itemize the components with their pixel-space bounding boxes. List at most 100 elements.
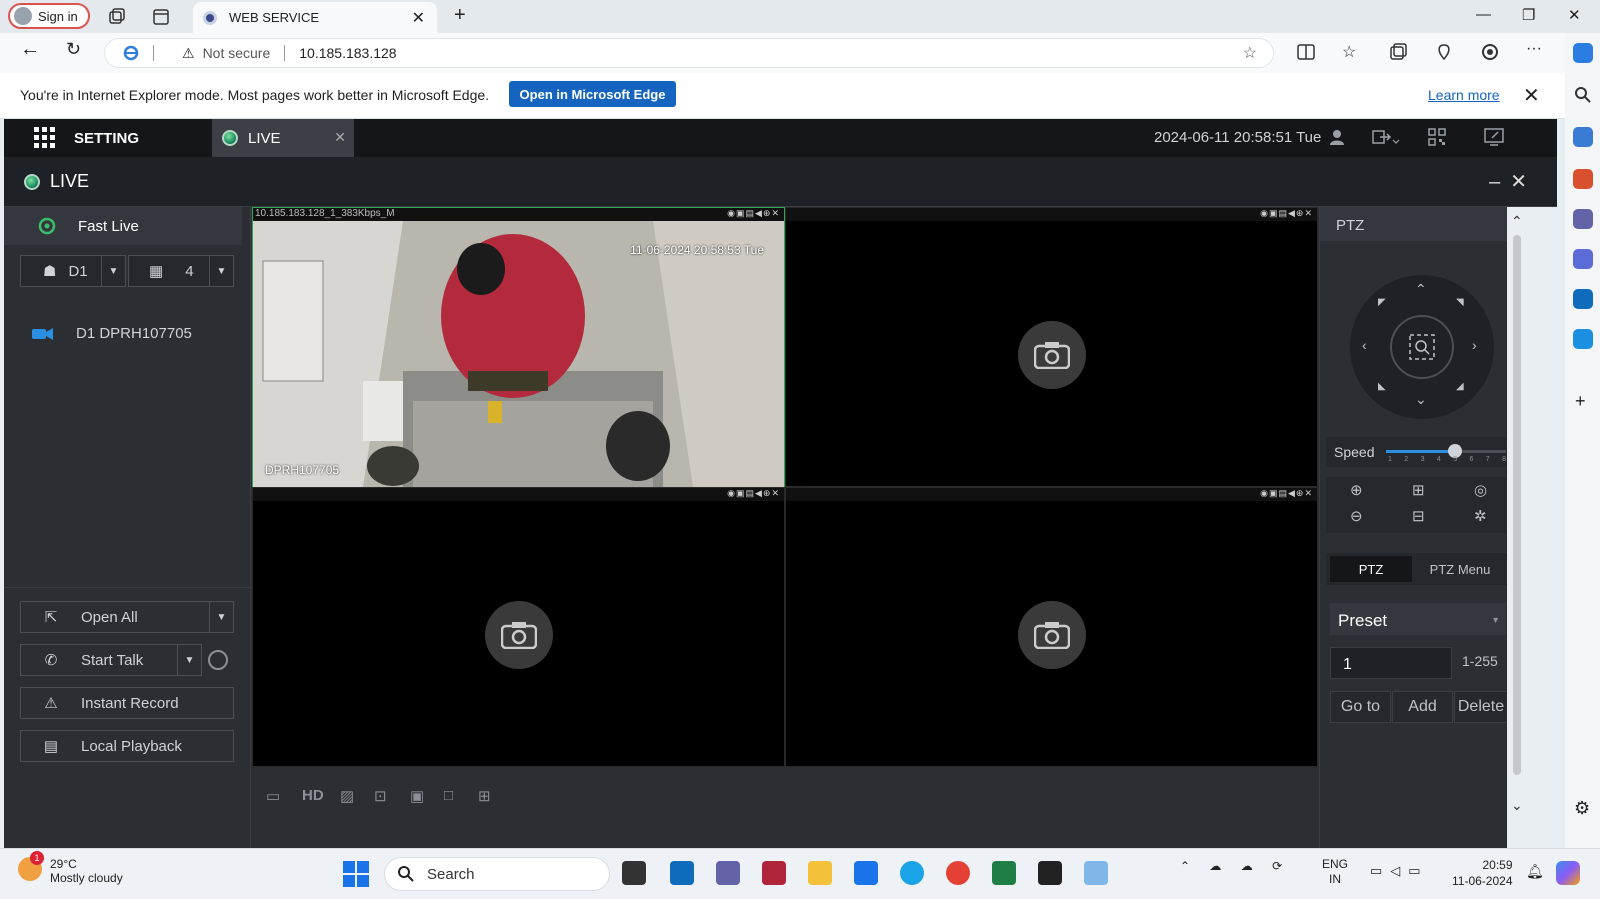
ie-mode-icon[interactable]	[123, 45, 139, 61]
start-talk-button[interactable]: ✆ Start Talk ▼	[20, 644, 202, 676]
teams-app-icon[interactable]	[716, 861, 740, 885]
tab-ptz[interactable]: PTZ	[1330, 556, 1412, 582]
edge-app-icon[interactable]	[900, 861, 924, 885]
refresh-sync-icon[interactable]: ⟳	[1272, 859, 1282, 873]
system-tray-icons[interactable]: ⌃ ☁ ☁ ⟳	[1180, 859, 1282, 873]
copilot-taskbar-icon[interactable]	[1556, 861, 1580, 885]
minimize-window-icon[interactable]: —	[1476, 6, 1491, 23]
network-volume-battery-icons[interactable]: ▭◁▭	[1370, 863, 1429, 879]
tools-icon[interactable]	[1573, 169, 1593, 189]
shopping-icon[interactable]	[1573, 127, 1593, 147]
chevron-down-icon[interactable]: ▼	[101, 256, 125, 286]
open-all-button[interactable]: ⇱ Open All ▼	[20, 601, 234, 633]
office-icon[interactable]	[1573, 249, 1593, 269]
new-tab-icon[interactable]: +	[454, 4, 466, 27]
chevron-down-icon[interactable]: ▼	[177, 645, 201, 675]
cloud-sync-icon[interactable]: ☁	[1209, 859, 1221, 873]
show-hidden-icons-icon[interactable]: ⌃	[1180, 859, 1190, 873]
chevron-down-icon[interactable]: ▼	[209, 256, 233, 286]
device-list-item[interactable]: D1 DPRH107705	[32, 325, 192, 342]
zoom-in-icon[interactable]: ⊕	[1350, 481, 1363, 499]
preset-delete-button[interactable]: Delete	[1454, 691, 1508, 723]
learn-more-link[interactable]: Learn more	[1428, 87, 1500, 103]
local-playback-button[interactable]: ▤ Local Playback	[20, 730, 234, 762]
fast-live-button[interactable]: Fast Live	[4, 207, 242, 245]
aspect-ratio-icon[interactable]: ▭	[266, 787, 280, 805]
tab-ptz-menu[interactable]: PTZ Menu	[1412, 562, 1508, 577]
address-input[interactable]: ⚠ Not secure 10.185.183.128 ☆	[104, 38, 1274, 68]
full-window-icon[interactable]: ▣	[410, 787, 424, 805]
pan-right-icon[interactable]: ›	[1472, 337, 1477, 353]
file-explorer-icon[interactable]	[808, 861, 832, 885]
close-infobar-icon[interactable]: ✕	[1523, 83, 1540, 108]
browser-tab-web-service[interactable]: WEB SERVICE ✕	[193, 2, 437, 33]
talk-status-icon[interactable]	[208, 650, 228, 670]
split-screen-icon[interactable]	[1296, 42, 1316, 62]
close-window-icon[interactable]: ✕	[1568, 6, 1581, 24]
pan-down-left-icon[interactable]: ◣	[1378, 381, 1386, 392]
video-window-1[interactable]: 10.185.183.128_1_383Kbps_M ◉▣▤◀⊕✕ 11-06-…	[252, 207, 785, 487]
send-icon[interactable]	[1573, 329, 1593, 349]
video-window-4[interactable]: ◉▣▤◀⊕✕	[785, 487, 1318, 767]
sidebar-settings-icon[interactable]: ⚙	[1574, 798, 1590, 819]
outlook-icon[interactable]	[1573, 289, 1593, 309]
window-control-icons[interactable]: ◉▣▤◀⊕✕	[1260, 208, 1313, 219]
taskbar-clock[interactable]: 20:59 11-06-2024	[1452, 857, 1513, 889]
performance-icon[interactable]	[1480, 42, 1500, 62]
layout-select[interactable]: ▦ 4 ▼	[128, 255, 234, 287]
windows-start-icon[interactable]	[343, 861, 369, 887]
browser-essentials-icon[interactable]	[1434, 42, 1454, 62]
setting-menu[interactable]: SETTING	[34, 127, 139, 149]
user-icon[interactable]	[1328, 128, 1346, 146]
chevron-down-icon[interactable]: ▼	[209, 602, 233, 632]
fullscreen-display-icon[interactable]	[1484, 128, 1504, 146]
quad-view-icon[interactable]: ⊞	[478, 787, 491, 805]
logout-icon[interactable]	[1372, 128, 1400, 146]
calendar-app-icon[interactable]	[762, 861, 786, 885]
hd-toggle[interactable]: HD	[302, 787, 324, 804]
refresh-icon[interactable]: ↻	[66, 39, 81, 60]
fluency-icon[interactable]: ▨	[340, 787, 354, 805]
focus-near-icon[interactable]: ⊞	[1412, 481, 1425, 499]
zoom-out-icon[interactable]: ⊖	[1350, 507, 1363, 525]
pan-down-icon[interactable]: ⌄	[1415, 391, 1427, 408]
preset-number-input[interactable]: 1	[1330, 647, 1452, 679]
focus-far-icon[interactable]: ⊟	[1412, 507, 1425, 525]
page-scrollbar[interactable]: ⌃ ⌄	[1507, 207, 1557, 848]
back-icon[interactable]: ←	[20, 38, 40, 61]
instant-record-button[interactable]: ⚠ Instant Record	[20, 687, 234, 719]
close-live-tab-icon[interactable]: ✕	[334, 129, 346, 146]
preset-add-button[interactable]: Add	[1392, 691, 1453, 723]
excel-app-icon[interactable]	[992, 861, 1016, 885]
add-sidebar-app-icon[interactable]: +	[1575, 391, 1586, 412]
zoom-area-icon[interactable]	[1390, 315, 1454, 379]
not-secure-label[interactable]: Not secure	[203, 45, 271, 61]
chevron-down-icon[interactable]: ▼	[1491, 615, 1500, 625]
collections-icon[interactable]	[1388, 42, 1408, 62]
outlook-app-icon[interactable]	[670, 861, 694, 885]
scrollbar-thumb[interactable]	[1513, 235, 1521, 775]
video-window-2[interactable]: ◉▣▤◀⊕✕	[785, 207, 1318, 487]
workspaces-icon[interactable]	[108, 8, 126, 26]
preset-select[interactable]: Preset ▼	[1330, 603, 1506, 635]
pan-down-right-icon[interactable]: ◢	[1456, 381, 1464, 392]
more-options-icon[interactable]: ···	[1526, 40, 1542, 58]
iris-close-icon[interactable]: ✲	[1474, 507, 1487, 525]
window-control-icons[interactable]: ◉▣▤◀⊕✕	[1260, 488, 1313, 499]
pan-up-right-icon[interactable]: ◥	[1456, 297, 1464, 308]
pan-up-left-icon[interactable]: ◤	[1378, 297, 1386, 308]
search-sidebar-icon[interactable]	[1573, 85, 1593, 105]
restore-window-icon[interactable]: ❐	[1522, 6, 1535, 24]
scroll-down-icon[interactable]: ⌄	[1511, 797, 1523, 814]
terminal-app-icon[interactable]	[1038, 861, 1062, 885]
app-grid-icon[interactable]	[34, 127, 56, 149]
pan-left-icon[interactable]: ‹	[1362, 337, 1367, 353]
live-tab[interactable]: LIVE ✕	[212, 119, 354, 157]
tab-actions-icon[interactable]	[152, 8, 170, 26]
preset-goto-button[interactable]: Go to	[1330, 691, 1391, 723]
chrome-app-icon[interactable]	[946, 861, 970, 885]
copilot-icon[interactable]	[1573, 43, 1593, 63]
notifications-bell-icon[interactable]: 🔔︎	[1526, 863, 1544, 880]
warning-icon[interactable]: ⚠	[182, 45, 195, 62]
ptz-direction-pad[interactable]: ⌃ ⌄ ‹ › ◤ ◥ ◣ ◢	[1350, 275, 1494, 419]
